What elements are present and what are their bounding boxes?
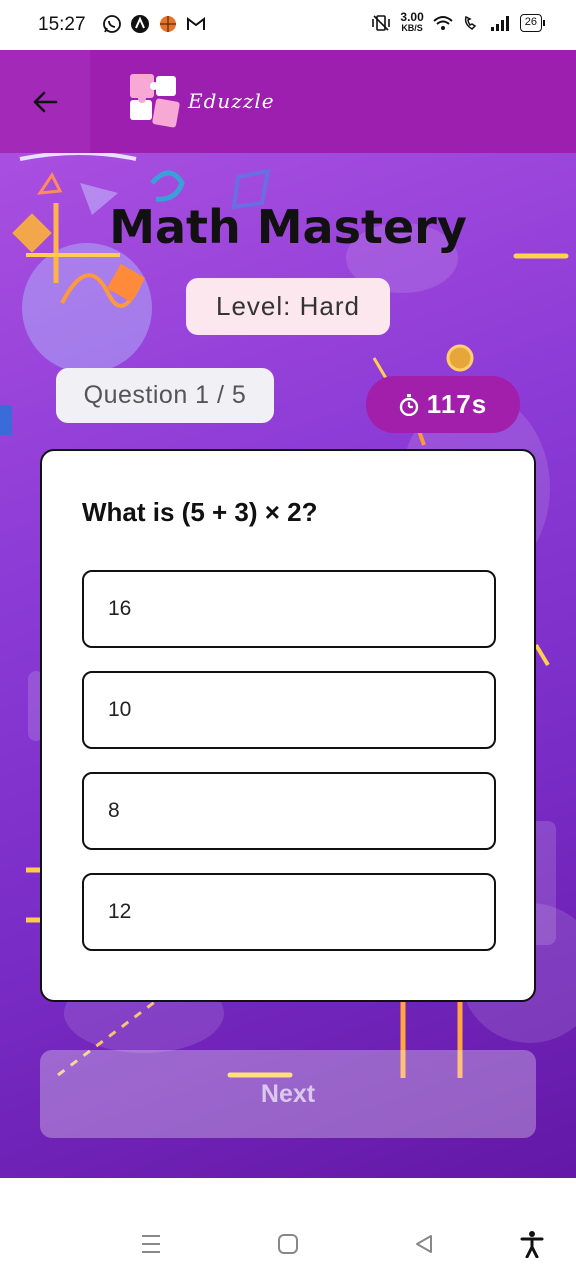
question-card: What is (5 + 3) × 2? 16 10 8 12 — [40, 449, 536, 1002]
puzzle-logo-icon — [130, 74, 180, 128]
wifi-icon — [433, 16, 453, 30]
answer-option[interactable]: 12 — [82, 873, 496, 951]
answer-option[interactable]: 8 — [82, 772, 496, 850]
accessibility-button[interactable] — [516, 1228, 548, 1260]
app-notification-icon — [131, 15, 149, 33]
app-header: Eduzzle — [0, 50, 576, 153]
status-system-icons: 3.00 KB/S 26 — [370, 10, 546, 34]
timer-value: 117s — [426, 389, 488, 419]
back-button[interactable] — [0, 50, 90, 153]
status-time: 15:27 — [38, 14, 86, 35]
system-navigation-bar — [0, 1208, 576, 1280]
quiz-title: Math Mastery — [109, 200, 467, 254]
whatsapp-icon — [103, 15, 121, 33]
question-counter: Question 1 / 5 — [56, 368, 274, 423]
menu-lines-icon — [142, 1235, 160, 1253]
net-speed-value: 3.00 — [400, 10, 424, 24]
signal-icon — [490, 16, 509, 31]
question-text: What is (5 + 3) × 2? — [82, 497, 318, 527]
recent-apps-button[interactable] — [135, 1228, 167, 1260]
arrow-left-icon — [33, 91, 58, 112]
status-notification-icons — [102, 14, 206, 34]
system-back-button[interactable] — [408, 1228, 440, 1260]
square-home-icon — [278, 1234, 298, 1254]
timer-badge: 117s — [366, 376, 520, 433]
app-logo: Eduzzle — [128, 72, 275, 130]
status-bar: 15:27 3.00 KB/S 26 — [0, 0, 576, 50]
network-speed: 3.00 KB/S — [400, 10, 424, 34]
gmail-icon — [187, 17, 205, 30]
triangle-back-icon — [416, 1235, 432, 1253]
battery-indicator: 26 — [519, 14, 546, 32]
answer-option[interactable]: 16 — [82, 570, 496, 648]
level-badge: Level: Hard — [186, 278, 390, 335]
next-button[interactable]: Next — [40, 1050, 536, 1138]
app-name: Eduzzle — [188, 89, 275, 113]
vibrate-icon — [372, 15, 391, 31]
answer-option[interactable]: 10 — [82, 671, 496, 749]
net-speed-unit: KB/S — [401, 23, 423, 33]
stopwatch-icon — [399, 393, 418, 416]
home-button[interactable] — [272, 1228, 304, 1260]
wifi-calling-icon — [464, 15, 476, 30]
quiz-screen: Math Mastery Level: Hard Question 1 / 5 … — [0, 153, 576, 1178]
accessibility-icon — [520, 1231, 544, 1258]
basketball-icon — [160, 16, 176, 32]
